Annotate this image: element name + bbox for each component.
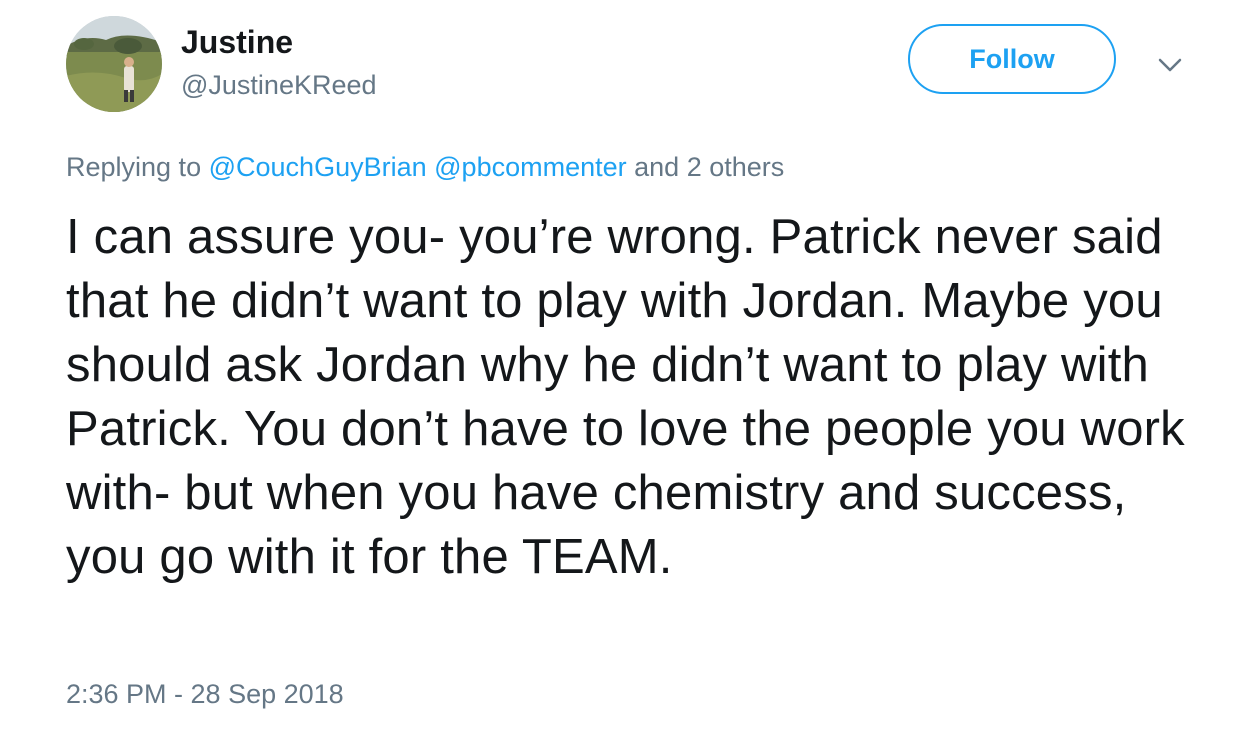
- tweet-timestamp[interactable]: 2:36 PM - 28 Sep 2018: [66, 677, 344, 711]
- follow-button[interactable]: Follow: [908, 24, 1116, 94]
- mention-link[interactable]: @pbcommenter: [434, 152, 626, 182]
- chevron-down-icon[interactable]: [1155, 50, 1185, 80]
- tweet-text: I can assure you- you’re wrong. Patrick …: [66, 210, 1185, 584]
- others-label: and 2 others: [634, 152, 785, 182]
- user-handle[interactable]: @JustineKReed: [181, 68, 377, 102]
- avatar[interactable]: [66, 16, 162, 112]
- replying-to-label: Replying to: [66, 152, 202, 182]
- mention-link[interactable]: @CouchGuyBrian: [209, 152, 427, 182]
- tweet-card: Justine @JustineKReed Follow Replying to…: [0, 0, 1248, 738]
- replying-to-line: Replying to @CouchGuyBrian @pbcommenter …: [66, 150, 784, 184]
- display-name[interactable]: Justine: [181, 22, 293, 62]
